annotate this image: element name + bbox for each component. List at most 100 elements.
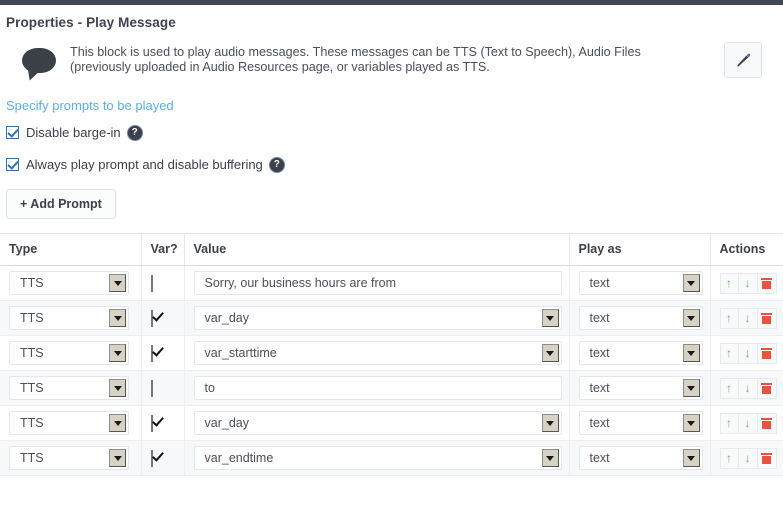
always-play-prompt-checkbox[interactable] xyxy=(6,158,19,171)
value-input-text: to xyxy=(204,381,215,395)
cell-actions: ↑ ↓ xyxy=(710,440,783,476)
move-up-button[interactable]: ↑ xyxy=(719,447,739,469)
chevron-down-icon xyxy=(541,414,559,432)
arrow-down-icon: ↓ xyxy=(744,381,751,395)
delete-button[interactable] xyxy=(757,272,777,294)
page-title: Properties - Play Message xyxy=(6,15,176,30)
move-down-button[interactable]: ↓ xyxy=(738,307,758,329)
option-always-play-prompt[interactable]: Always play prompt and disable buffering… xyxy=(0,140,783,172)
edit-button[interactable] xyxy=(724,42,762,78)
move-up-button[interactable]: ↑ xyxy=(719,272,739,294)
description-row: This block is used to play audio message… xyxy=(0,30,783,78)
type-select[interactable]: TTS xyxy=(9,411,129,435)
delete-button[interactable] xyxy=(757,342,777,364)
move-up-button[interactable]: ↑ xyxy=(719,307,739,329)
value-select[interactable]: var_endtime xyxy=(193,446,562,470)
chevron-down-icon xyxy=(541,344,559,362)
arrow-down-icon: ↓ xyxy=(744,451,751,465)
cell-value: var_endtime xyxy=(184,440,570,476)
value-input[interactable]: to xyxy=(193,376,562,400)
value-select[interactable]: var_starttime xyxy=(193,341,562,365)
type-select[interactable]: TTS xyxy=(9,446,129,470)
cell-play-as: text xyxy=(569,265,711,301)
play-as-select[interactable]: text xyxy=(578,376,703,400)
chevron-down-icon xyxy=(682,309,700,327)
row-actions: ↑ ↓ xyxy=(719,342,783,364)
play-as-select-value: text xyxy=(589,381,610,395)
delete-button[interactable] xyxy=(757,307,777,329)
play-as-select-value: text xyxy=(589,276,610,290)
row-actions: ↑ ↓ xyxy=(719,377,783,399)
cell-play-as: text xyxy=(569,440,711,476)
type-select[interactable]: TTS xyxy=(9,341,129,365)
chevron-down-icon xyxy=(682,414,700,432)
type-select[interactable]: TTS xyxy=(9,271,129,295)
arrow-up-icon: ↑ xyxy=(726,381,732,395)
cell-var xyxy=(141,405,185,441)
var-checkbox[interactable] xyxy=(150,414,153,432)
chevron-down-icon xyxy=(109,309,126,327)
type-select[interactable]: TTS xyxy=(9,306,129,330)
play-as-select[interactable]: text xyxy=(578,306,703,330)
add-prompt-button[interactable]: + Add Prompt xyxy=(6,189,116,219)
cell-play-as: text xyxy=(569,405,711,441)
table-row: TTS var_starttime text ↑ ↓ xyxy=(0,335,783,371)
move-up-button[interactable]: ↑ xyxy=(719,377,739,399)
chevron-down-icon xyxy=(682,379,700,397)
value-input[interactable]: Sorry, our business hours are from xyxy=(193,271,562,295)
cell-type: TTS xyxy=(0,370,142,406)
cell-actions: ↑ ↓ xyxy=(710,265,783,301)
row-actions: ↑ ↓ xyxy=(719,447,783,469)
cell-actions: ↑ ↓ xyxy=(710,335,783,371)
var-checkbox[interactable] xyxy=(150,379,153,397)
move-down-button[interactable]: ↓ xyxy=(738,447,758,469)
type-select-value: TTS xyxy=(20,381,44,395)
var-checkbox[interactable] xyxy=(150,309,153,327)
play-as-select[interactable]: text xyxy=(578,341,703,365)
move-down-button[interactable]: ↓ xyxy=(738,272,758,294)
var-checkbox[interactable] xyxy=(150,344,153,362)
type-select[interactable]: TTS xyxy=(9,376,129,400)
delete-button[interactable] xyxy=(757,412,777,434)
move-down-button[interactable]: ↓ xyxy=(738,412,758,434)
cell-actions: ↑ ↓ xyxy=(710,300,783,336)
trash-icon xyxy=(761,417,772,429)
delete-button[interactable] xyxy=(757,377,777,399)
move-down-button[interactable]: ↓ xyxy=(738,377,758,399)
value-select-value: var_starttime xyxy=(204,346,277,360)
specify-prompts-link[interactable]: Specify prompts to be played xyxy=(0,78,783,113)
play-as-select[interactable]: text xyxy=(578,411,703,435)
value-select[interactable]: var_day xyxy=(193,411,562,435)
delete-button[interactable] xyxy=(757,447,777,469)
disable-barge-in-checkbox[interactable] xyxy=(6,126,19,139)
trash-icon xyxy=(761,452,772,464)
chevron-down-icon xyxy=(109,414,126,432)
cell-type: TTS xyxy=(0,265,142,301)
play-as-select-value: text xyxy=(589,416,610,430)
value-input-text: Sorry, our business hours are from xyxy=(204,276,397,290)
value-select[interactable]: var_day xyxy=(193,306,562,330)
play-as-select[interactable]: text xyxy=(578,446,703,470)
move-up-button[interactable]: ↑ xyxy=(719,412,739,434)
arrow-up-icon: ↑ xyxy=(726,276,732,290)
option-disable-barge-in[interactable]: Disable barge-in ? xyxy=(0,113,783,140)
help-icon[interactable]: ? xyxy=(127,125,142,140)
trash-icon xyxy=(761,277,772,289)
arrow-down-icon: ↓ xyxy=(744,416,751,430)
chevron-down-icon xyxy=(109,449,126,467)
play-as-select-value: text xyxy=(589,311,610,325)
move-down-button[interactable]: ↓ xyxy=(738,342,758,364)
cell-type: TTS xyxy=(0,300,142,336)
help-icon[interactable]: ? xyxy=(269,157,284,172)
var-checkbox[interactable] xyxy=(150,449,153,467)
play-as-select[interactable]: text xyxy=(578,271,703,295)
move-up-button[interactable]: ↑ xyxy=(719,342,739,364)
trash-icon xyxy=(761,312,772,324)
table-row: TTS var_day text ↑ ↓ xyxy=(0,405,783,441)
cell-var xyxy=(141,300,185,336)
speech-bubble-icon xyxy=(22,48,56,73)
arrow-down-icon: ↓ xyxy=(744,276,751,290)
cell-actions: ↑ ↓ xyxy=(710,405,783,441)
table-row: TTS Sorry, our business hours are from tex… xyxy=(0,265,783,301)
var-checkbox[interactable] xyxy=(150,274,153,292)
